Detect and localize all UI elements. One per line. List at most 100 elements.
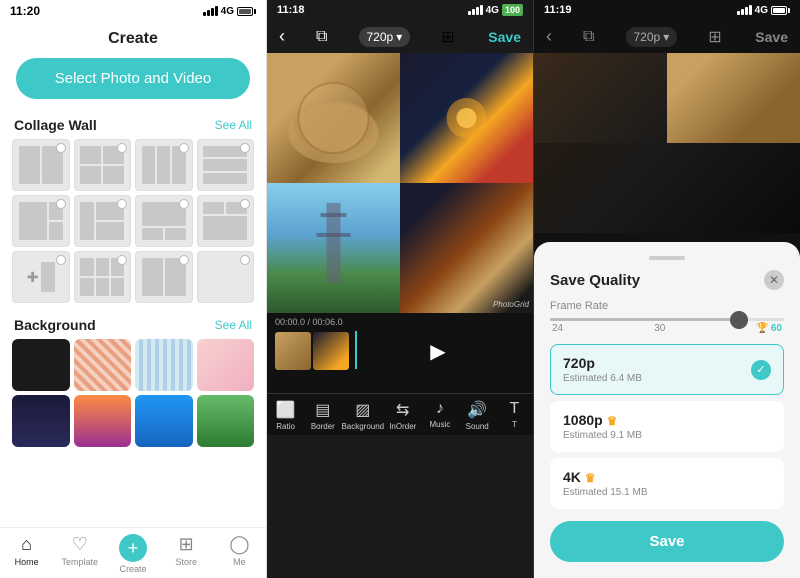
collage-item[interactable] — [197, 251, 255, 303]
trophy-icon: 🏆 — [756, 323, 768, 334]
modal-close-button[interactable]: ✕ — [764, 270, 784, 290]
crown-icon-4k: ♛ — [585, 471, 596, 485]
collage-cell — [103, 166, 124, 184]
save-button-top-p2[interactable]: Save — [488, 29, 521, 45]
collage-radio — [56, 255, 66, 265]
bg-item[interactable] — [74, 395, 132, 447]
quality-option-1080p[interactable]: 1080p ♛ Estimated 9.1 MB — [550, 401, 784, 452]
collage-layout: ✚ — [19, 258, 63, 296]
collage-item[interactable] — [135, 195, 193, 247]
tool-music[interactable]: ♪ Music — [421, 400, 458, 431]
timeline-time: 00:00.0 / 00:06.0 — [275, 317, 525, 327]
back-button-p3[interactable]: ‹ — [546, 26, 552, 47]
play-button[interactable]: ▶ — [351, 339, 525, 364]
nav-label-store: Store — [175, 557, 197, 567]
status-bar-p1: 11:20 4G — [0, 0, 266, 22]
collage-radio — [179, 199, 189, 209]
collage-radio — [179, 255, 189, 265]
collage-cell — [41, 262, 54, 292]
network-p3: 4G — [755, 5, 768, 16]
bg-item[interactable] — [197, 339, 255, 391]
bg-item[interactable] — [12, 395, 70, 447]
quality-selector-p3[interactable]: 720p ▾ — [626, 27, 678, 47]
tool-label-ratio: Ratio — [276, 422, 295, 431]
modal-header: Save Quality ✕ — [550, 270, 784, 290]
tool-ratio[interactable]: ⬜ Ratio — [267, 400, 304, 431]
bg-item[interactable] — [135, 395, 193, 447]
tower-decoration — [267, 183, 400, 313]
nav-item-home[interactable]: ⌂ Home — [0, 528, 53, 578]
photo-night — [400, 53, 533, 183]
bg-item[interactable] — [197, 395, 255, 447]
tool-text[interactable]: T T — [496, 400, 533, 431]
grid-icon-p3[interactable]: ⊞ — [708, 27, 724, 47]
select-photo-video-button[interactable]: Select Photo and Video — [16, 58, 250, 99]
inorder-icon: ⇆ — [396, 400, 409, 420]
collage-item[interactable] — [197, 195, 255, 247]
nav-item-template[interactable]: ♡ Template — [53, 528, 106, 578]
collage-item[interactable] — [135, 251, 193, 303]
collage-cell — [19, 146, 40, 184]
signal-icon-p1 — [203, 6, 218, 16]
bottom-nav-p1: ⌂ Home ♡ Template + Create ⊞ Store ◯ Me — [0, 527, 266, 578]
back-button-p2[interactable]: ‹ — [279, 26, 285, 47]
collage-cell — [80, 202, 94, 240]
tool-label-music: Music — [430, 420, 451, 429]
panel3-photo-noodle — [667, 53, 800, 143]
frame-rate-slider[interactable] — [550, 318, 784, 321]
tool-label-background: Background — [341, 422, 384, 431]
music-icon: ♪ — [436, 400, 444, 418]
collage-layout — [19, 202, 63, 240]
timeline-thumb-2 — [313, 332, 349, 370]
collage-item[interactable] — [12, 195, 70, 247]
collage-cell — [142, 146, 155, 184]
collage-cell — [203, 216, 247, 240]
quality-option-720p[interactable]: 720p Estimated 6.4 MB ✓ — [550, 344, 784, 395]
layers-icon-p3[interactable]: ⧉ — [583, 28, 594, 46]
collage-item[interactable] — [12, 139, 70, 191]
collage-item[interactable] — [74, 251, 132, 303]
save-modal-button[interactable]: Save — [550, 521, 784, 562]
nav-item-store[interactable]: ⊞ Store — [160, 528, 213, 578]
timeline-track[interactable]: ▶ — [275, 331, 525, 371]
quality-dropdown-icon-p2: ▾ — [396, 30, 402, 44]
collage-item[interactable] — [197, 139, 255, 191]
quality-size-4k: Estimated 15.1 MB — [563, 487, 647, 498]
background-see-all[interactable]: See All — [215, 318, 252, 332]
quality-option-4k[interactable]: 4K ♛ Estimated 15.1 MB — [550, 458, 784, 509]
collage-cell — [96, 222, 124, 240]
tool-label-text: T — [512, 420, 517, 429]
me-icon: ◯ — [229, 534, 249, 555]
bg-item[interactable] — [12, 339, 70, 391]
collage-wall-see-all[interactable]: See All — [215, 118, 252, 132]
panel3-photo-area — [534, 53, 800, 233]
collage-radio — [240, 255, 250, 265]
tool-background[interactable]: ▨ Background — [341, 400, 384, 431]
collage-wall-section-header: Collage Wall See All — [0, 111, 266, 139]
photo-tower — [267, 183, 400, 313]
collage-cell — [203, 173, 247, 184]
status-bar-p3: 11:19 4G — [534, 0, 800, 20]
signal-icon-p3 — [737, 5, 752, 15]
collage-item[interactable] — [74, 139, 132, 191]
nav-item-me[interactable]: ◯ Me — [213, 528, 266, 578]
collage-wall-label: Collage Wall — [14, 117, 97, 133]
modal-title: Save Quality — [550, 272, 640, 289]
tool-border[interactable]: ▤ Border — [304, 400, 341, 431]
layers-icon-p2[interactable]: ⧉ — [316, 28, 327, 46]
collage-item[interactable] — [74, 195, 132, 247]
network-p2: 4G — [486, 5, 499, 16]
tool-inorder[interactable]: ⇆ InOrder — [384, 400, 421, 431]
collage-item[interactable]: ✚ — [12, 251, 70, 303]
quality-selector-p2[interactable]: 720p ▾ — [359, 27, 411, 47]
save-button-top-p3[interactable]: Save — [755, 29, 788, 45]
nav-item-create[interactable]: + Create — [106, 528, 159, 578]
bg-item[interactable] — [74, 339, 132, 391]
bg-item[interactable] — [135, 339, 193, 391]
modal-drag-handle[interactable] — [649, 256, 685, 260]
nav-label-me: Me — [233, 557, 246, 567]
grid-icon-p2[interactable]: ⊞ — [441, 27, 457, 47]
tool-sound[interactable]: 🔊 Sound — [459, 400, 496, 431]
collage-item[interactable] — [135, 139, 193, 191]
create-plus-icon: + — [119, 534, 147, 562]
